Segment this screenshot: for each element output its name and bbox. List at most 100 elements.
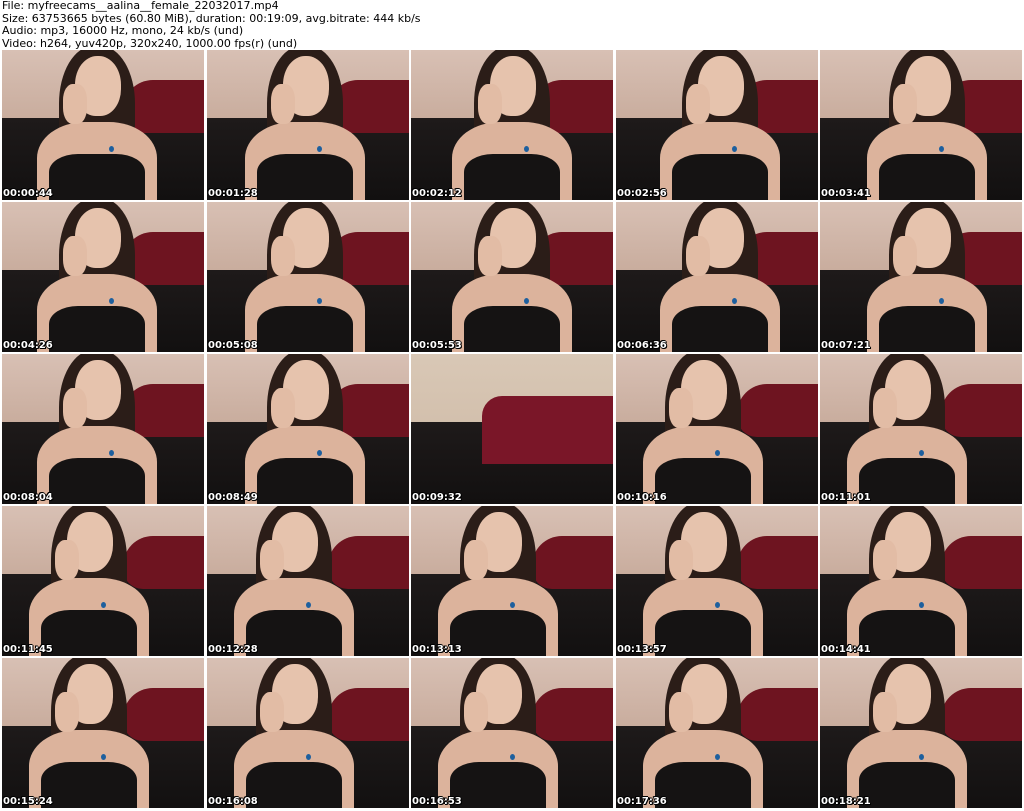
frame-cushion <box>328 536 409 589</box>
frame-hand <box>55 540 79 580</box>
frame-hand <box>893 84 917 124</box>
thumbnail-timestamp: 00:08:04 <box>3 492 53 503</box>
frame-pendant <box>919 450 924 456</box>
frame-hand <box>63 84 87 124</box>
frame-pendant <box>306 754 311 760</box>
thumbnail-timestamp: 00:05:53 <box>412 340 462 351</box>
thumbnail-timestamp: 00:06:36 <box>617 340 667 351</box>
frame-cushion <box>123 536 204 589</box>
frame-hand <box>686 236 710 276</box>
thumbnail-timestamp: 00:08:49 <box>208 492 258 503</box>
thumbnail-timestamp: 00:13:57 <box>617 644 667 655</box>
frame-top <box>464 306 560 352</box>
thumbnail-timestamp: 00:01:28 <box>208 188 258 199</box>
frame-hand <box>686 84 710 124</box>
thumbnail-timestamp: 00:07:21 <box>821 340 871 351</box>
file-info-header: File: myfreecams__aalina__female_2203201… <box>2 0 1022 50</box>
thumbnail-timestamp: 00:10:16 <box>617 492 667 503</box>
video-thumbnail: 00:03:41 <box>820 50 1022 200</box>
thumbnail-timestamp: 00:00:44 <box>3 188 53 199</box>
frame-hand <box>464 540 488 580</box>
frame-top <box>257 306 353 352</box>
thumbnail-timestamp: 00:16:53 <box>412 796 462 807</box>
frame-hand <box>271 84 295 124</box>
video-thumbnail: 00:07:21 <box>820 202 1022 352</box>
video-thumbnail: 00:18:21 <box>820 658 1022 808</box>
video-thumbnail: 00:02:12 <box>411 50 613 200</box>
thumbnail-timestamp: 00:03:41 <box>821 188 871 199</box>
frame-pendant <box>939 146 944 152</box>
frame-pendant <box>715 602 720 608</box>
thumbnail-timestamp: 00:17:36 <box>617 796 667 807</box>
video-thumbnail: 00:11:01 <box>820 354 1022 504</box>
frame-pendant <box>317 450 322 456</box>
frame-pendant <box>109 450 114 456</box>
video-thumbnail: 00:17:36 <box>616 658 818 808</box>
frame-cushion <box>123 688 204 741</box>
frame-cushion <box>532 536 613 589</box>
frame-pendant <box>732 298 737 304</box>
thumbnail-timestamp: 00:02:12 <box>412 188 462 199</box>
frame-cushion <box>737 384 818 437</box>
video-thumbnail: 00:12:28 <box>207 506 409 656</box>
thumbnail-timestamp: 00:16:08 <box>208 796 258 807</box>
video-info-line: Video: h264, yuv420p, 320x240, 1000.00 f… <box>2 36 298 50</box>
video-thumbnail: 00:05:08 <box>207 202 409 352</box>
frame-pendant <box>919 754 924 760</box>
frame-hand <box>260 540 284 580</box>
thumbnail-timestamp: 00:04:26 <box>3 340 53 351</box>
frame-top <box>859 458 955 504</box>
frame-pendant <box>510 602 515 608</box>
thumbnail-timestamp: 00:02:56 <box>617 188 667 199</box>
video-thumbnail: 00:05:53 <box>411 202 613 352</box>
frame-cushion <box>737 688 818 741</box>
frame-cushion <box>941 688 1022 741</box>
frame-pendant <box>317 298 322 304</box>
frame-top <box>655 458 751 504</box>
frame-top <box>41 610 137 656</box>
video-thumbnail: 00:09:32 <box>411 354 613 504</box>
video-thumbnail: 00:16:08 <box>207 658 409 808</box>
audio-info-line: Audio: mp3, 16000 Hz, mono, 24 kb/s (und… <box>2 24 244 37</box>
thumbnail-timestamp: 00:12:28 <box>208 644 258 655</box>
video-thumbnail: 00:13:13 <box>411 506 613 656</box>
frame-hand <box>873 388 897 428</box>
video-thumbnail: 00:13:57 <box>616 506 818 656</box>
frame-cushion <box>532 688 613 741</box>
frame-pendant <box>524 146 529 152</box>
frame-hand <box>464 692 488 732</box>
video-thumbnail: 00:14:41 <box>820 506 1022 656</box>
frame-top <box>879 306 975 352</box>
frame-hand <box>478 84 502 124</box>
frame-hand <box>669 540 693 580</box>
video-thumbnail: 00:08:49 <box>207 354 409 504</box>
frame-cushion <box>941 536 1022 589</box>
thumbnail-grid: 00:00:44 00:01:28 00:02:12 00:02:56 00:03:41… <box>2 50 1022 810</box>
frame-top <box>450 610 546 656</box>
thumbnail-timestamp: 00:11:45 <box>3 644 53 655</box>
frame-pendant <box>109 146 114 152</box>
frame-hand <box>893 236 917 276</box>
video-thumbnail: 00:02:56 <box>616 50 818 200</box>
thumbnail-timestamp: 00:05:08 <box>208 340 258 351</box>
frame-hand <box>55 692 79 732</box>
frame-top <box>859 610 955 656</box>
frame-hand <box>63 236 87 276</box>
video-thumbnail: 00:11:45 <box>2 506 204 656</box>
frame-top <box>246 610 342 656</box>
video-thumbnail: 00:08:04 <box>2 354 204 504</box>
frame-pendant <box>919 602 924 608</box>
frame-pendant <box>317 146 322 152</box>
frame-top <box>246 762 342 808</box>
frame-pendant <box>939 298 944 304</box>
frame-hand <box>873 540 897 580</box>
thumbnail-timestamp: 00:11:01 <box>821 492 871 503</box>
frame-hand <box>271 388 295 428</box>
frame-cushion <box>737 536 818 589</box>
thumbnail-timestamp: 00:13:13 <box>412 644 462 655</box>
thumbnail-timestamp: 00:15:24 <box>3 796 53 807</box>
frame-top <box>464 154 560 200</box>
frame-top <box>859 762 955 808</box>
thumbnail-timestamp: 00:14:41 <box>821 644 871 655</box>
frame-cushion <box>123 384 204 437</box>
